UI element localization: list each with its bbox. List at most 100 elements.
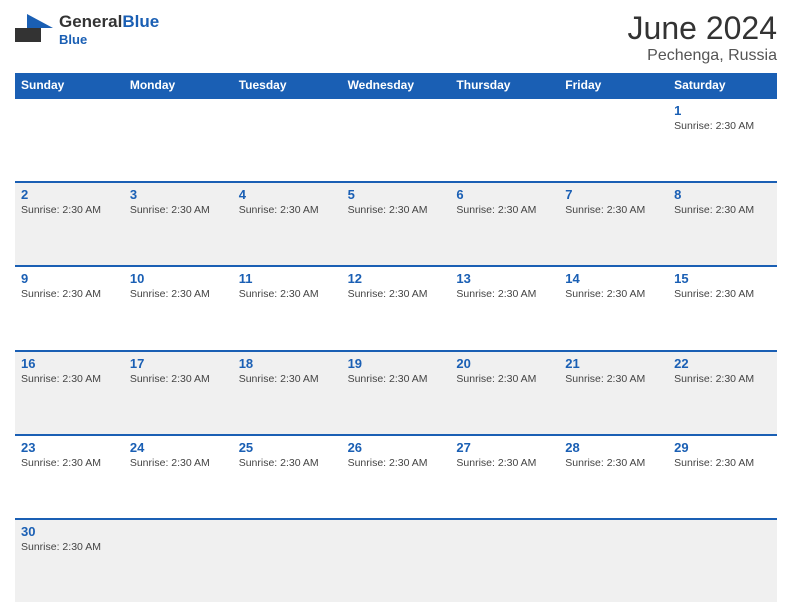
title-block: June 2024 Pechenga, Russia	[628, 10, 777, 65]
day-number: 20	[456, 356, 553, 371]
day-info: Sunrise: 2:30 AM	[130, 204, 227, 216]
day-number: 30	[21, 524, 118, 539]
cal-cell-r2c5: 14 Sunrise: 2:30 AM	[559, 267, 668, 349]
day-info: Sunrise: 2:30 AM	[565, 373, 662, 385]
day-info: Sunrise: 2:30 AM	[239, 288, 336, 300]
day-number: 4	[239, 187, 336, 202]
logo: GeneralBlue Blue	[15, 10, 159, 50]
cal-cell-r2c4: 13 Sunrise: 2:30 AM	[450, 267, 559, 349]
weekday-monday: Monday	[124, 73, 233, 97]
month-year: June 2024	[628, 10, 777, 47]
cal-cell-r5c5	[559, 520, 668, 602]
day-number: 8	[674, 187, 771, 202]
day-number: 27	[456, 440, 553, 455]
cal-cell-r5c2	[233, 520, 342, 602]
day-info: Sunrise: 2:30 AM	[348, 288, 445, 300]
cal-cell-r3c0: 16 Sunrise: 2:30 AM	[15, 352, 124, 434]
day-info: Sunrise: 2:30 AM	[21, 541, 118, 553]
cal-cell-r0c4	[450, 99, 559, 181]
day-number: 21	[565, 356, 662, 371]
cal-cell-r4c1: 24 Sunrise: 2:30 AM	[124, 436, 233, 518]
cal-cell-r4c5: 28Sunrise: 2:30 AM	[559, 436, 668, 518]
day-info: Sunrise: 2:30 AM	[21, 288, 118, 300]
day-number: 6	[456, 187, 553, 202]
weekday-wednesday: Wednesday	[342, 73, 451, 97]
day-number: 29	[674, 440, 771, 455]
day-number: 22	[674, 356, 771, 371]
day-info: Sunrise: 2:30 AM	[674, 120, 771, 132]
logo-icon	[15, 10, 55, 50]
day-number: 2	[21, 187, 118, 202]
cal-cell-r5c6	[668, 520, 777, 602]
cal-cell-r0c1	[124, 99, 233, 181]
cal-cell-r2c0: 9 Sunrise: 2:30 AM	[15, 267, 124, 349]
cal-cell-r2c1: 10Sunrise: 2:30 AM	[124, 267, 233, 349]
cal-cell-r1c3: 5 Sunrise: 2:30 AM	[342, 183, 451, 265]
day-number: 24	[130, 440, 227, 455]
day-number: 25	[239, 440, 336, 455]
cal-cell-r3c3: 19 Sunrise: 2:30 AM	[342, 352, 451, 434]
cal-cell-r1c5: 7 Sunrise: 2:30 AM	[559, 183, 668, 265]
day-number: 14	[565, 271, 662, 286]
cal-cell-r0c5	[559, 99, 668, 181]
day-number: 17	[130, 356, 227, 371]
day-info: Sunrise: 2:30 AM	[565, 288, 662, 300]
day-number: 26	[348, 440, 445, 455]
day-info: Sunrise: 2:30 AM	[239, 373, 336, 385]
day-info: Sunrise: 2:30 AM	[456, 288, 553, 300]
header: GeneralBlue Blue June 2024 Pechenga, Rus…	[15, 10, 777, 65]
cal-cell-r0c3	[342, 99, 451, 181]
cal-cell-r0c0	[15, 99, 124, 181]
day-number: 12	[348, 271, 445, 286]
day-number: 13	[456, 271, 553, 286]
day-number: 1	[674, 103, 771, 118]
logo-sub: Blue	[59, 32, 159, 47]
cal-cell-r0c2	[233, 99, 342, 181]
day-info: Sunrise: 2:30 AM	[130, 373, 227, 385]
day-number: 15	[674, 271, 771, 286]
day-number: 7	[565, 187, 662, 202]
cal-cell-r1c1: 3Sunrise: 2:30 AM	[124, 183, 233, 265]
cal-cell-r4c2: 25Sunrise: 2:30 AM	[233, 436, 342, 518]
cal-cell-r3c2: 18 Sunrise: 2:30 AM	[233, 352, 342, 434]
cal-row-0: 1 Sunrise: 2:30 AM	[15, 97, 777, 181]
calendar-header: Sunday Monday Tuesday Wednesday Thursday…	[15, 73, 777, 97]
location: Pechenga, Russia	[628, 47, 777, 65]
cal-cell-r1c6: 8Sunrise: 2:30 AM	[668, 183, 777, 265]
day-number: 19	[348, 356, 445, 371]
cal-cell-r2c3: 12 Sunrise: 2:30 AM	[342, 267, 451, 349]
cal-cell-r5c4	[450, 520, 559, 602]
day-info: Sunrise: 2:30 AM	[348, 204, 445, 216]
calendar: Sunday Monday Tuesday Wednesday Thursday…	[15, 73, 777, 602]
cal-cell-r2c2: 11Sunrise: 2:30 AM	[233, 267, 342, 349]
day-number: 9	[21, 271, 118, 286]
cal-cell-r3c6: 22Sunrise: 2:30 AM	[668, 352, 777, 434]
day-info: Sunrise: 2:30 AM	[456, 373, 553, 385]
cal-cell-r1c2: 4Sunrise: 2:30 AM	[233, 183, 342, 265]
day-info: Sunrise: 2:30 AM	[674, 288, 771, 300]
day-info: Sunrise: 2:30 AM	[21, 373, 118, 385]
cal-cell-r4c6: 29 Sunrise: 2:30 AM	[668, 436, 777, 518]
day-number: 5	[348, 187, 445, 202]
cal-cell-r3c4: 20 Sunrise: 2:30 AM	[450, 352, 559, 434]
day-info: Sunrise: 2:30 AM	[674, 457, 771, 469]
cal-cell-r4c4: 27Sunrise: 2:30 AM	[450, 436, 559, 518]
weekday-sunday: Sunday	[15, 73, 124, 97]
day-info: Sunrise: 2:30 AM	[348, 373, 445, 385]
day-number: 16	[21, 356, 118, 371]
day-number: 18	[239, 356, 336, 371]
cal-cell-r3c5: 21 Sunrise: 2:30 AM	[559, 352, 668, 434]
day-info: Sunrise: 2:30 AM	[21, 457, 118, 469]
weekday-thursday: Thursday	[450, 73, 559, 97]
cal-row-3: 16 Sunrise: 2:30 AM 17 Sunrise: 2:30 AM 18 Su…	[15, 350, 777, 434]
page: GeneralBlue Blue June 2024 Pechenga, Rus…	[0, 0, 792, 612]
day-number: 28	[565, 440, 662, 455]
day-number: 23	[21, 440, 118, 455]
day-info: Sunrise: 2:30 AM	[565, 204, 662, 216]
cal-cell-r0c6: 1 Sunrise: 2:30 AM	[668, 99, 777, 181]
weekday-saturday: Saturday	[668, 73, 777, 97]
cal-cell-r4c0: 23 Sunrise: 2:30 AM	[15, 436, 124, 518]
day-info: Sunrise: 2:30 AM	[130, 288, 227, 300]
cal-row-5: 30 Sunrise: 2:30 AM	[15, 518, 777, 602]
day-info: Sunrise: 2:30 AM	[130, 457, 227, 469]
